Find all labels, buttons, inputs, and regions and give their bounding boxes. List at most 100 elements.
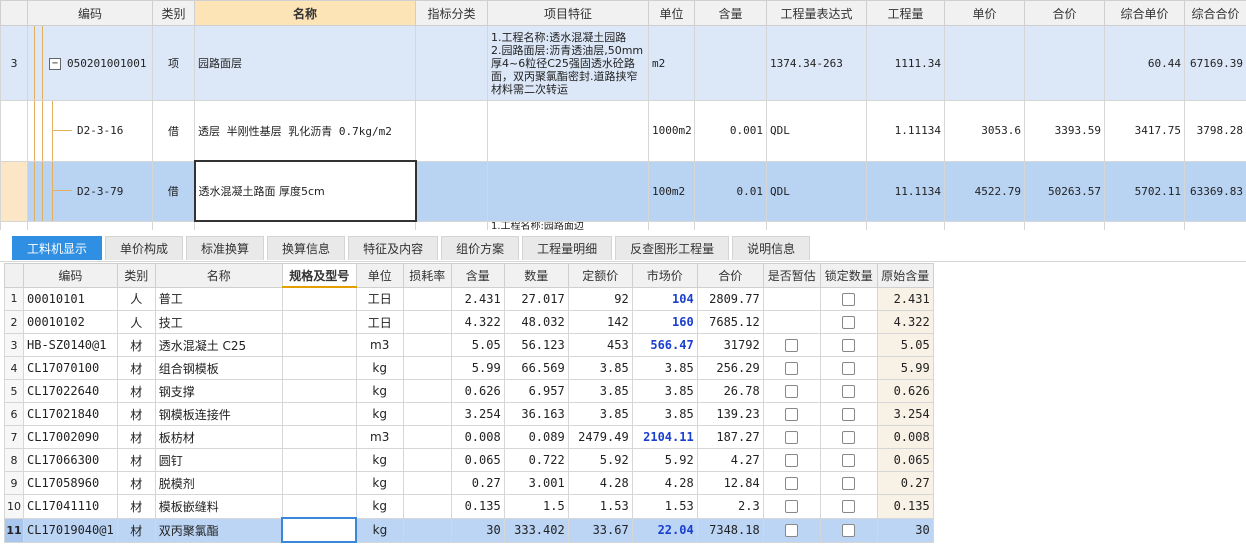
orig-content-cell[interactable]: 0.27 [876,471,934,495]
kind-cell[interactable]: 借 [152,100,195,162]
unit-cell[interactable]: kg [355,356,404,380]
feature-cell[interactable] [487,160,649,222]
col-kind[interactable]: 类别 [152,0,195,26]
market-price-cell[interactable]: 160 [631,310,698,334]
lock-qty-checkbox[interactable] [842,385,856,398]
content-cell[interactable]: 0.01 [694,160,767,222]
table-row[interactable]: 9 CL17058960 材脱模剂 kg 0.27 3.001 4.28 4.28 12.84 0… [4,471,934,495]
code-cell[interactable]: CL17002090 [23,425,118,449]
spec-cell[interactable] [281,494,357,519]
provisional-checkbox[interactable] [785,477,799,490]
table-row[interactable]: D2-3-16 借 透层 半刚性基层 乳化沥青 0.7kg/m2 1000m2 … [0,100,1246,162]
cprice-cell[interactable]: 60.44 [1104,25,1185,101]
expr-cell[interactable]: 1374.34-263 [766,25,867,101]
qty-cell[interactable]: 1111.34 [866,25,945,101]
price-cell[interactable] [944,220,1025,230]
lock-qty-checkbox[interactable] [842,454,856,467]
qty-cell[interactable]: 333.402 [503,517,569,543]
total-cell[interactable]: 4.27 [696,448,764,472]
expr-cell[interactable] [766,220,867,230]
code-cell[interactable] [27,220,153,230]
name-cell[interactable]: 技工 [154,310,283,334]
name-cell[interactable]: 园路面层 [194,25,416,101]
table-row[interactable]: 2 00010102 人技工 工日 4.322 48.032 142 160 7685.12 4.… [4,310,934,334]
col-orig-content[interactable]: 原始含量 [876,263,934,288]
name-edit-cell[interactable]: 透水混凝土路面 厚度5cm [193,160,417,222]
tab-quantity-detail[interactable]: 工程量明细 [522,236,613,260]
col-name[interactable]: 名称 [194,0,416,26]
lock-qty-checkbox[interactable] [842,292,856,306]
market-price-cell[interactable]: 5.92 [631,448,698,472]
qty-cell[interactable]: 27.017 [503,286,569,311]
total-cell[interactable]: 7348.18 [696,517,764,543]
price-cell[interactable] [944,25,1025,101]
code-cell[interactable]: CL17058960 [23,471,118,495]
ctotal-cell[interactable]: 63369.83 [1184,160,1246,222]
name-cell[interactable] [194,220,416,230]
name-cell[interactable]: 普工 [154,286,283,311]
col-unit[interactable]: 单位 [648,0,695,26]
market-price-cell[interactable]: 4.28 [631,471,698,495]
unit-cell[interactable]: kg [355,402,404,426]
unit-cell[interactable]: kg [355,494,404,519]
col-code[interactable]: 编码 [23,263,118,288]
price-cell[interactable]: 4522.79 [944,160,1025,222]
loss-cell[interactable] [402,517,452,543]
table-row[interactable]: 8 CL17066300 材圆钉 kg 0.065 0.722 5.92 5.92 4.27 0.… [4,448,934,472]
col-total[interactable]: 合价 [1024,0,1105,26]
code-cell[interactable]: 00010102 [23,310,118,334]
quota-price-cell[interactable]: 2479.49 [567,425,633,449]
table-row[interactable]: 10 CL17041110 材模板嵌缝料 kg 0.135 1.5 1.53 1.53 2.3 0… [4,494,934,519]
unit-cell[interactable]: kg [355,379,404,403]
spec-cell[interactable] [281,471,357,495]
ctotal-cell[interactable]: 67169.39 [1184,25,1246,101]
cprice-cell[interactable]: 5702.11 [1104,160,1185,222]
col-name[interactable]: 名称 [154,263,283,288]
name-cell[interactable]: 钢支撑 [154,379,283,403]
market-price-cell[interactable]: 3.85 [631,379,698,403]
kind-cell[interactable]: 材 [116,333,156,357]
collapse-icon[interactable]: − [49,57,61,70]
provisional-checkbox[interactable] [785,408,799,421]
orig-content-cell[interactable]: 0.626 [876,379,934,403]
quota-price-cell[interactable]: 3.85 [567,402,633,426]
name-cell[interactable]: 板枋材 [154,425,283,449]
kind-cell[interactable]: 材 [116,356,156,380]
col-content[interactable]: 含量 [450,263,505,288]
total-cell[interactable]: 3393.59 [1024,100,1105,162]
loss-cell[interactable] [402,425,452,449]
total-cell[interactable]: 2.3 [696,494,764,519]
col-index-class[interactable]: 指标分类 [415,0,488,26]
expr-cell[interactable]: QDL [766,100,867,162]
orig-content-cell[interactable]: 5.05 [876,333,934,357]
name-cell[interactable]: 透层 半刚性基层 乳化沥青 0.7kg/m2 [194,100,416,162]
lock-qty-checkbox[interactable] [842,500,856,514]
code-cell[interactable]: CL17021840 [23,402,118,426]
qty-cell[interactable]: 56.123 [503,333,569,357]
content-cell[interactable]: 0.065 [450,448,505,472]
unit-cell[interactable]: 1000m2 [648,100,695,162]
qty-cell[interactable]: 66.569 [503,356,569,380]
kind-cell[interactable]: 人 [116,286,156,311]
col-spec[interactable]: 规格及型号 [281,263,357,288]
tab-reverse-graphic[interactable]: 反查图形工程量 [615,236,730,260]
tab-description[interactable]: 说明信息 [732,236,811,260]
col-market-price[interactable]: 市场价 [631,263,698,288]
spec-cell[interactable] [281,286,357,311]
provisional-checkbox[interactable] [785,524,799,537]
loss-cell[interactable] [402,379,452,403]
total-cell[interactable]: 12.84 [696,471,764,495]
provisional-checkbox[interactable] [785,339,799,352]
quota-price-cell[interactable]: 142 [567,310,633,334]
qty-cell[interactable]: 48.032 [503,310,569,334]
market-price-cell[interactable]: 104 [631,286,698,311]
kind-cell[interactable]: 项 [152,25,195,101]
col-qty[interactable]: 工程量 [866,0,945,26]
unit-cell[interactable]: kg [355,471,404,495]
loss-cell[interactable] [402,402,452,426]
kind-cell[interactable]: 材 [116,448,156,472]
provisional-checkbox[interactable] [785,431,799,444]
index-class-cell[interactable] [415,100,488,162]
content-cell[interactable]: 5.05 [450,333,505,357]
quota-price-cell[interactable]: 453 [567,333,633,357]
